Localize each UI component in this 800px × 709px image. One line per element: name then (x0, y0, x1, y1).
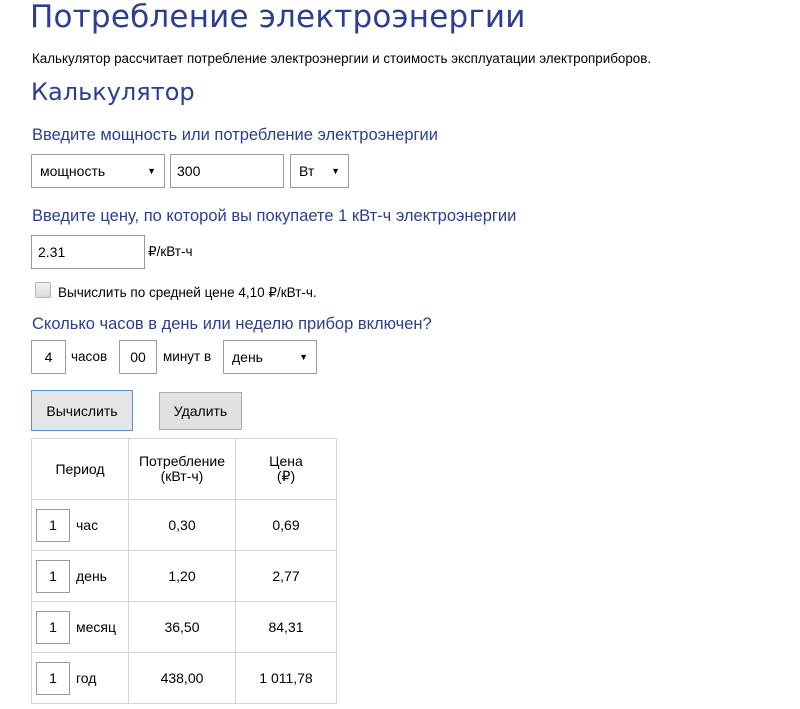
period-count-input[interactable]: 1 (36, 508, 70, 542)
average-price-checkbox[interactable] (35, 282, 51, 298)
chevron-down-icon: ▼ (147, 166, 156, 176)
price-cell: 2,77 (235, 550, 337, 602)
usage-period-select[interactable]: день ▼ (223, 340, 317, 374)
section-title: Калькулятор (31, 78, 195, 106)
period-unit: год (76, 670, 97, 686)
consumption-cell: 36,50 (128, 601, 236, 653)
results-table: Период Потребление (кВт-ч) Цена (₽) 1 ча… (31, 438, 337, 704)
period-count-input[interactable]: 1 (36, 559, 70, 593)
period-cell: 1 год (31, 652, 129, 704)
consumption-cell: 1,20 (128, 550, 236, 602)
power-mode-value: мощность (40, 163, 106, 179)
consumption-cell: 0,30 (128, 499, 236, 551)
page-title: Потребление электроэнергии (30, 0, 526, 35)
table-row: 1 год 438,00 1 011,78 (31, 652, 337, 704)
power-amount-input[interactable]: 300 (170, 154, 284, 188)
consumption-cell: 438,00 (128, 652, 236, 704)
price-cell: 0,69 (235, 499, 337, 551)
price-header-line1: Цена (269, 453, 303, 470)
page-subtitle: Калькулятор рассчитает потребление элект… (32, 51, 652, 66)
table-header-row: Период Потребление (кВт-ч) Цена (₽) (31, 438, 337, 500)
period-cell: 1 час (31, 499, 129, 551)
price-value: 2.31 (38, 244, 66, 260)
period-count-input[interactable]: 1 (36, 661, 70, 695)
period-header: Период (31, 438, 129, 500)
average-price-label: Вычислить по средней цене 4,10 ₽/кВт-ч. (58, 285, 317, 300)
price-cell: 84,31 (235, 601, 337, 653)
power-unit-value: Вт (299, 163, 315, 179)
period-unit: день (76, 568, 107, 584)
minutes-value: 00 (130, 349, 146, 365)
usage-period-value: день (232, 349, 263, 365)
price-prompt: Введите цену, по которой вы покупаете 1 … (32, 207, 517, 225)
power-amount-value: 300 (177, 163, 201, 179)
power-prompt: Введите мощность или потребление электро… (32, 126, 438, 144)
period-cell: 1 день (31, 550, 129, 602)
minutes-label: минут в (163, 349, 212, 364)
calculate-button[interactable]: Вычислить (31, 390, 133, 431)
period-cell: 1 месяц (31, 601, 129, 653)
table-row: 1 месяц 36,50 84,31 (31, 601, 337, 653)
price-input[interactable]: 2.31 (31, 235, 145, 269)
price-header: Цена (₽) (235, 438, 337, 500)
period-count-input[interactable]: 1 (36, 610, 70, 644)
delete-button[interactable]: Удалить (159, 392, 242, 430)
minutes-input[interactable]: 00 (119, 340, 157, 374)
power-mode-select[interactable]: мощность ▼ (31, 154, 165, 188)
price-header-line2: (₽) (276, 468, 296, 484)
price-unit-label: ₽/кВт-ч (148, 244, 193, 259)
power-unit-select[interactable]: Вт ▼ (290, 154, 349, 188)
chevron-down-icon: ▼ (299, 352, 308, 362)
hours-value: 4 (44, 349, 53, 365)
usage-prompt: Сколько часов в день или неделю прибор в… (32, 315, 432, 333)
hours-input[interactable]: 4 (31, 340, 66, 374)
chevron-down-icon: ▼ (331, 166, 340, 176)
consumption-header: Потребление (кВт-ч) (128, 438, 236, 500)
period-unit: месяц (76, 619, 117, 635)
table-row: 1 день 1,20 2,77 (31, 550, 337, 602)
consumption-header-line1: Потребление (138, 453, 226, 470)
table-row: 1 час 0,30 0,69 (31, 499, 337, 551)
period-unit: час (76, 517, 99, 533)
price-cell: 1 011,78 (235, 652, 337, 704)
consumption-header-line2: (кВт-ч) (160, 468, 204, 484)
hours-label: часов (71, 349, 108, 364)
